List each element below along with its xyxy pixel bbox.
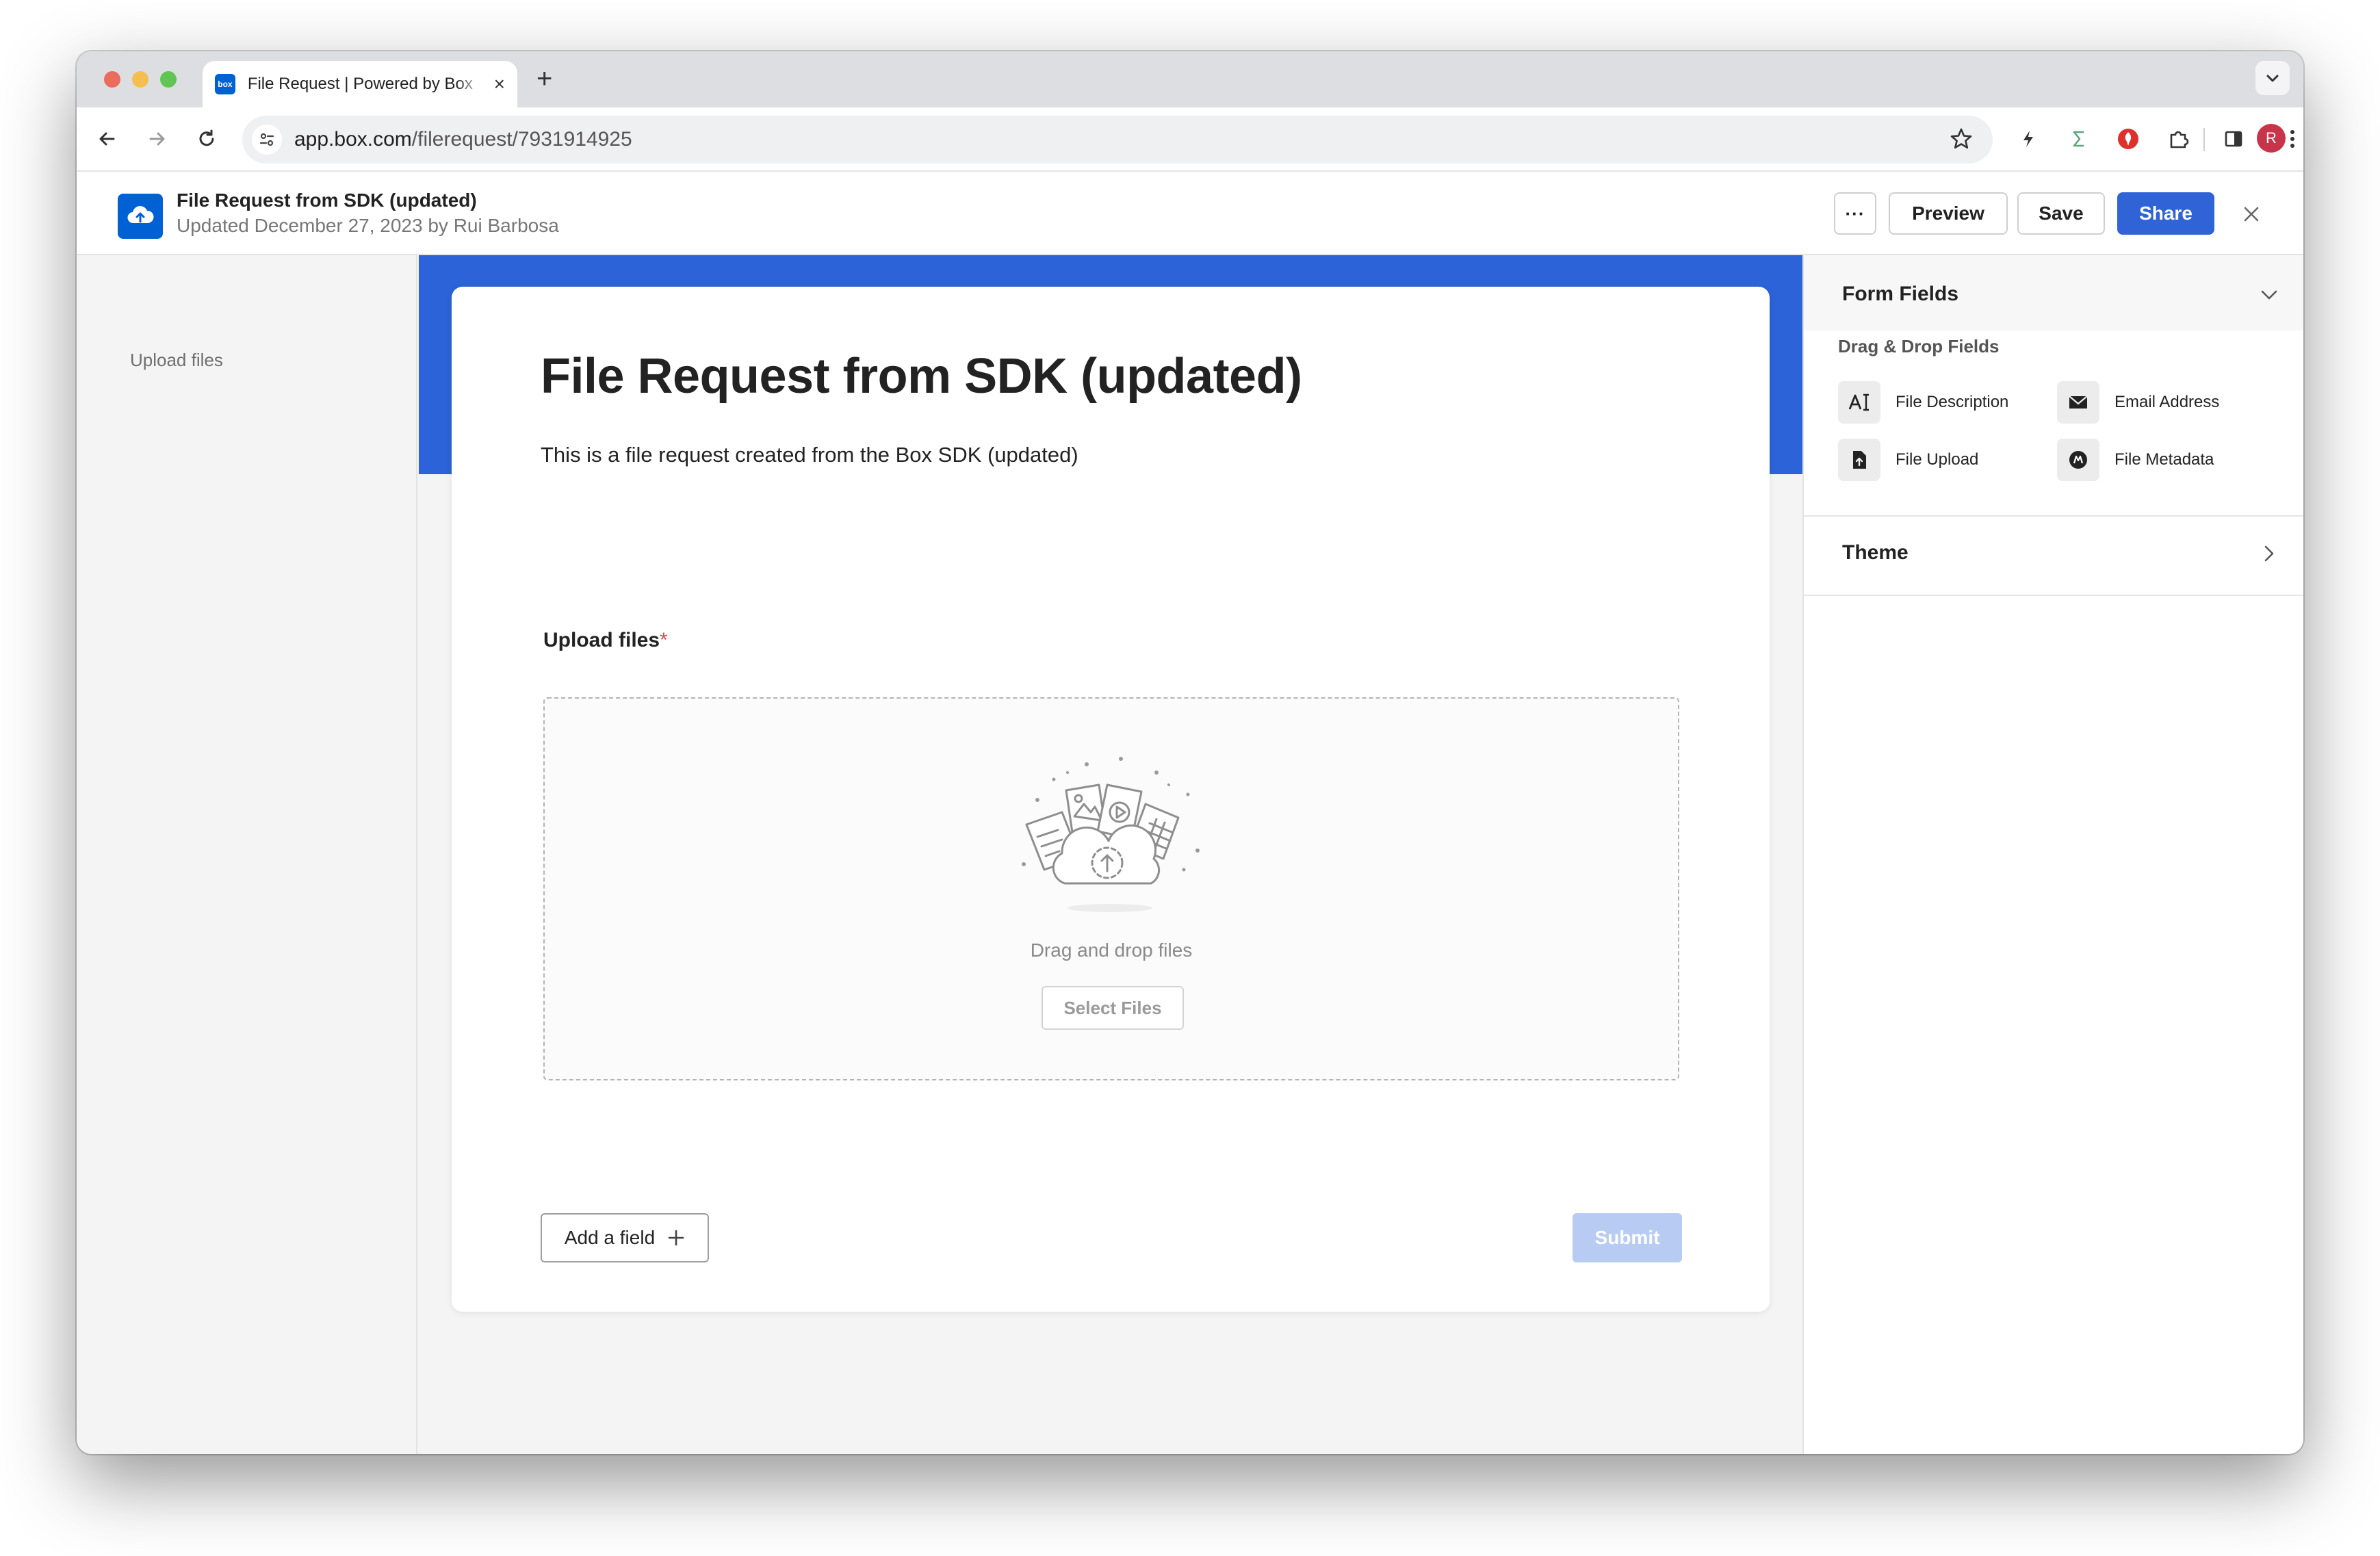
app-header: File Request from SDK (updated) Updated … xyxy=(77,172,2303,255)
add-field-label: Add a field xyxy=(564,1227,656,1248)
field-label: Email Address xyxy=(2114,393,2220,411)
field-label: File Description xyxy=(1896,393,2009,411)
minimize-window-button[interactable] xyxy=(132,71,148,88)
request-title: File Request from SDK (updated) xyxy=(177,190,477,211)
theme-title: Theme xyxy=(1842,541,1909,564)
form-card: File Request from SDK (updated) This is … xyxy=(452,287,1770,1312)
reload-button[interactable] xyxy=(192,124,222,154)
form-fields-title: Form Fields xyxy=(1842,283,1959,305)
form-title[interactable]: File Request from SDK (updated) xyxy=(541,348,1302,404)
browser-window: box File Request | Powered by Box × + ap… xyxy=(77,51,2303,1454)
url-text: app.box.com/filerequest/7931914925 xyxy=(294,128,632,151)
envelope-icon xyxy=(2057,381,2099,424)
back-button[interactable] xyxy=(92,124,122,154)
chevron-down-icon xyxy=(2255,281,2283,309)
field-file-description[interactable]: File Description xyxy=(1838,381,2008,424)
files-cloud-illustration-icon xyxy=(1010,749,1215,924)
tab-close-icon[interactable]: × xyxy=(494,73,505,95)
lightning-extension-icon[interactable] xyxy=(2012,122,2045,155)
sigma-extension-icon[interactable] xyxy=(2062,122,2095,155)
drag-drop-fields-label: Drag & Drop Fields xyxy=(1838,336,2000,356)
zoom-window-button[interactable] xyxy=(160,71,177,88)
upload-files-label-text: Upload files xyxy=(543,629,660,651)
upload-files-label[interactable]: Upload files* xyxy=(543,629,668,652)
toolbar-divider xyxy=(2203,128,2205,151)
url-host: app.box.com xyxy=(294,128,412,151)
form-description[interactable]: This is a file request created from the … xyxy=(541,443,1078,467)
right-panel: Form Fields Drag & Drop Fields File Desc… xyxy=(1802,255,2303,1454)
tab-search-button[interactable] xyxy=(2255,61,2290,95)
text-field-icon xyxy=(1838,381,1880,424)
close-icon[interactable] xyxy=(2236,199,2266,229)
field-label: File Metadata xyxy=(2114,450,2214,469)
sidebar-item-upload-files[interactable]: Upload files xyxy=(130,350,223,371)
shield-extension-icon[interactable] xyxy=(2112,122,2145,155)
browser-tab-active[interactable]: box File Request | Powered by Box × xyxy=(203,61,517,107)
window-controls xyxy=(104,71,177,88)
new-tab-icon[interactable]: + xyxy=(536,64,552,94)
browser-toolbar: app.box.com/filerequest/7931914925 R xyxy=(77,107,2303,172)
chevron-right-icon xyxy=(2255,540,2283,567)
preview-button[interactable]: Preview xyxy=(1889,192,2008,235)
tab-title: File Request | Powered by Box xyxy=(247,75,473,93)
section-divider xyxy=(1804,595,2303,596)
sidepanel-icon[interactable] xyxy=(2217,122,2250,155)
upload-cloud-logo-icon xyxy=(118,194,163,239)
field-email-address[interactable]: Email Address xyxy=(2057,381,2219,424)
browser-menu-icon[interactable] xyxy=(2286,122,2299,155)
theme-section-header[interactable]: Theme xyxy=(1804,517,2303,596)
field-file-upload[interactable]: File Upload xyxy=(1838,439,1978,481)
file-dropzone[interactable]: Drag and drop files Select Files xyxy=(543,697,1679,1080)
plus-icon xyxy=(668,1230,684,1246)
profile-avatar[interactable]: R xyxy=(2257,124,2286,153)
bookmark-star-icon[interactable] xyxy=(1949,127,1974,155)
request-updated-info: Updated December 27, 2023 by Rui Barbosa xyxy=(177,215,559,236)
arrow-right-icon xyxy=(149,132,165,146)
save-button[interactable]: Save xyxy=(2017,192,2105,235)
form-fields-section-header[interactable]: Form Fields xyxy=(1804,255,2303,330)
form-canvas: File Request from SDK (updated) This is … xyxy=(419,255,1802,1454)
tab-strip: box File Request | Powered by Box × + xyxy=(77,51,2303,107)
extensions-puzzle-icon[interactable] xyxy=(2162,122,2195,155)
box-favicon-icon: box xyxy=(215,74,235,94)
metadata-icon xyxy=(2057,439,2099,481)
field-file-metadata[interactable]: File Metadata xyxy=(2057,439,2214,481)
address-bar[interactable]: app.box.com/filerequest/7931914925 xyxy=(242,116,1993,164)
share-button[interactable]: Share xyxy=(2117,192,2214,235)
select-files-button[interactable]: Select Files xyxy=(1042,986,1184,1030)
reload-icon xyxy=(199,129,214,146)
add-field-button[interactable]: Add a field xyxy=(541,1213,709,1262)
more-options-button[interactable]: ··· xyxy=(1834,192,1876,235)
required-asterisk: * xyxy=(660,629,668,651)
arrow-left-icon xyxy=(99,132,115,146)
left-sidebar: Upload files xyxy=(77,255,417,1454)
site-settings-icon[interactable] xyxy=(252,125,282,155)
submit-button[interactable]: Submit xyxy=(1573,1213,1682,1262)
forward-button[interactable] xyxy=(142,124,172,154)
url-path: /filerequest/7931914925 xyxy=(411,128,632,151)
file-upload-icon xyxy=(1838,439,1880,481)
close-window-button[interactable] xyxy=(104,71,120,88)
field-label: File Upload xyxy=(1896,450,1979,469)
drag-drop-hint: Drag and drop files xyxy=(1030,939,1193,961)
chevron-down-icon xyxy=(2266,75,2279,82)
